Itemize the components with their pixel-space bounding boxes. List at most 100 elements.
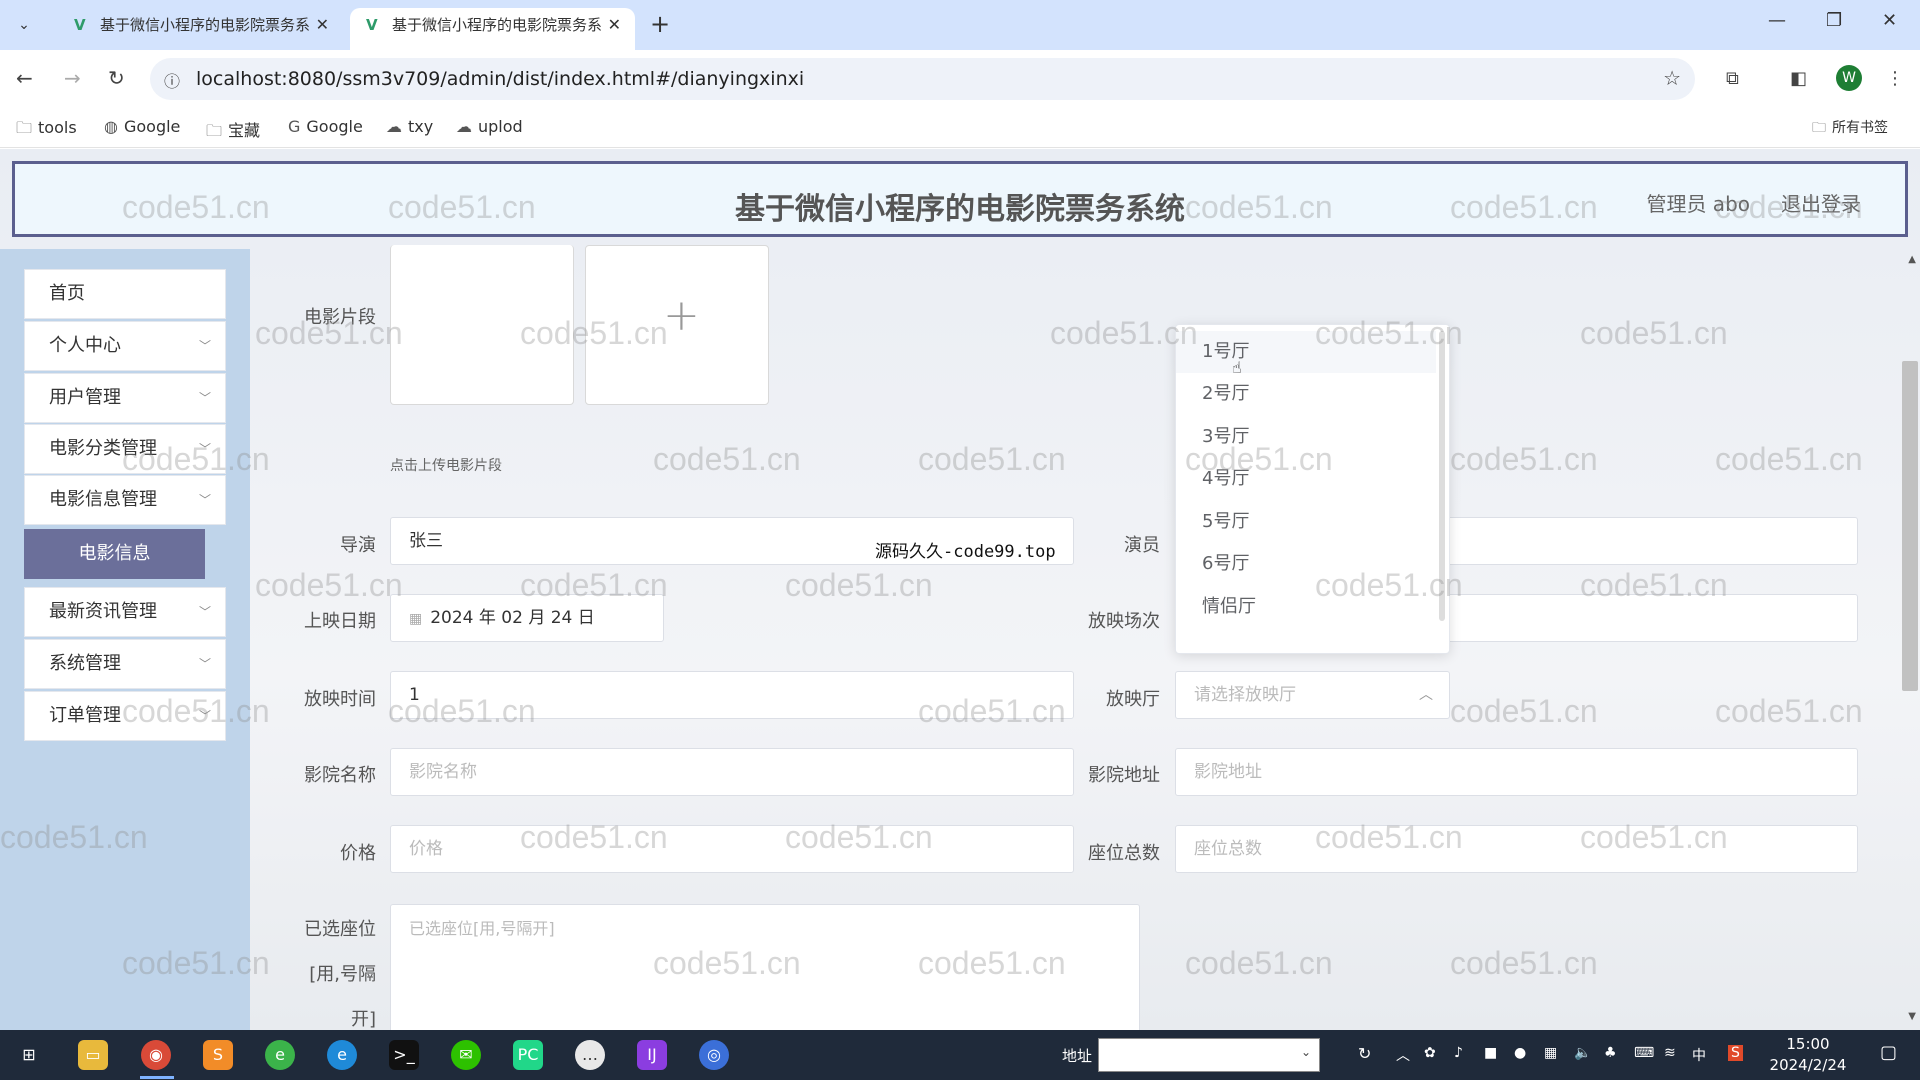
sidepanel-icon[interactable]: ◧ xyxy=(1790,68,1807,89)
qq-icon[interactable]: ♣ xyxy=(1604,1045,1617,1061)
uploaded-clip-preview[interactable] xyxy=(390,245,574,405)
chat-icon[interactable]: … xyxy=(575,1040,605,1070)
cinema-name-input[interactable]: 影院名称 xyxy=(390,748,1074,796)
showtime-label: 放映时间 xyxy=(304,689,376,710)
reload-icon[interactable]: ↻ xyxy=(108,66,125,90)
menu-kebab-icon[interactable]: ⋮ xyxy=(1886,68,1904,89)
bookmark-baozang[interactable]: 🗀 宝藏 xyxy=(206,117,260,147)
hall-option[interactable]: 1号厅 xyxy=(1176,331,1436,373)
sidebar-item-orders[interactable]: 订单管理 ﹀ xyxy=(24,691,226,741)
browser-tab-2-active[interactable]: V 基于微信小程序的电影院票务系统 ✕ xyxy=(350,8,635,50)
sidebar-item-news[interactable]: 最新资讯管理 ﹀ xyxy=(24,587,226,637)
notification-icon[interactable]: ▢ xyxy=(1880,1042,1897,1063)
page-scrollbar[interactable] xyxy=(1902,361,1918,691)
sidebar-item-home[interactable]: 首页 xyxy=(24,269,226,319)
sidebar-item-label: 用户管理 xyxy=(49,387,121,408)
globe-icon: ◍ xyxy=(104,117,118,136)
showtime-input[interactable]: 1 xyxy=(390,671,1074,719)
scroll-up-icon[interactable]: ▲ xyxy=(1908,254,1916,265)
bookmark-uplod[interactable]: ☁ uplod xyxy=(456,117,523,136)
scroll-down-icon[interactable]: ▼ xyxy=(1908,1011,1916,1022)
dropdown-scrollbar[interactable] xyxy=(1439,331,1445,621)
input-method-icon[interactable]: ⌨ xyxy=(1634,1045,1654,1061)
extensions-icon[interactable]: ⧉ xyxy=(1726,68,1739,89)
hall-option[interactable]: 3号厅 xyxy=(1176,416,1436,458)
back-icon[interactable]: ← xyxy=(16,66,33,90)
price-input[interactable]: 价格 xyxy=(390,825,1074,873)
browser-tab-bar: ⌄ V 基于微信小程序的电影院票务系统 ✕ V 基于微信小程序的电影院票务系统 ✕ … xyxy=(0,0,1920,50)
clock-time[interactable]: 15:00 xyxy=(1768,1035,1848,1053)
logout-link[interactable]: 退出登录 xyxy=(1781,188,1861,217)
bookmark-txy[interactable]: ☁ txy xyxy=(386,117,433,136)
watermark: code51.cn xyxy=(1715,441,1863,477)
sidebar-item-system[interactable]: 系统管理 ﹀ xyxy=(24,639,226,689)
tray-app-icon[interactable]: ✿ xyxy=(1424,1045,1436,1061)
address-toolbar-input[interactable]: ⌄ xyxy=(1098,1038,1320,1072)
refresh-icon[interactable]: ↻ xyxy=(1358,1044,1371,1063)
pycharm-icon[interactable]: PC xyxy=(513,1040,543,1070)
hand-cursor-icon: ☝ xyxy=(1232,358,1242,377)
watermark: code51.cn xyxy=(1185,945,1333,981)
release-date-picker[interactable]: ▦ 2024 年 02 月 24 日 xyxy=(390,594,664,642)
intellij-icon[interactable]: IJ xyxy=(637,1040,667,1070)
microphone-icon[interactable]: ♪ xyxy=(1454,1045,1463,1061)
tray-red-app-icon[interactable]: ■ xyxy=(1484,1045,1497,1061)
tab-search-button[interactable]: ⌄ xyxy=(10,12,38,38)
wifi-icon[interactable]: ≋ xyxy=(1664,1045,1676,1061)
hall-option[interactable]: 2号厅 xyxy=(1176,373,1436,415)
sublime-icon[interactable]: S xyxy=(203,1040,233,1070)
watermark: code51.cn xyxy=(1450,693,1598,729)
close-window-icon[interactable]: ✕ xyxy=(1882,10,1897,31)
volume-icon[interactable]: 🔈 xyxy=(1574,1045,1591,1061)
tray-expand-icon[interactable]: ︿ xyxy=(1396,1045,1410,1065)
seat-total-input[interactable]: 座位总数 xyxy=(1175,825,1858,873)
address-bar[interactable]: ⓘ localhost:8080/ssm3v709/admin/dist/ind… xyxy=(150,58,1695,100)
bookmark-google-2[interactable]: G Google xyxy=(288,117,363,136)
sogou-icon[interactable]: S xyxy=(1728,1045,1743,1061)
restore-icon[interactable]: ❐ xyxy=(1826,10,1842,31)
ime-indicator[interactable]: 中 xyxy=(1692,1045,1706,1065)
chrome-icon[interactable]: ◉ xyxy=(141,1040,171,1070)
sidebar-item-user-management[interactable]: 用户管理 ﹀ xyxy=(24,373,226,423)
browser-tab-1[interactable]: V 基于微信小程序的电影院票务系统 ✕ xyxy=(58,8,343,50)
tab-title: 基于微信小程序的电影院票务系统 xyxy=(100,16,310,34)
bookmark-google-1[interactable]: ◍ Google xyxy=(104,117,180,136)
source-overlay-text: 源码久久-code99.top xyxy=(875,542,1056,562)
close-icon[interactable]: ✕ xyxy=(316,8,329,42)
hall-option[interactable]: 6号厅 xyxy=(1176,543,1436,585)
hall-option[interactable]: 5号厅 xyxy=(1176,501,1436,543)
bookmark-label: Google xyxy=(123,117,181,136)
bookmark-star-icon[interactable]: ☆ xyxy=(1663,66,1681,90)
clip-upload-button[interactable]: + xyxy=(585,245,769,405)
all-bookmarks[interactable]: 🗀 所有书签 xyxy=(1812,117,1888,141)
hall-option[interactable]: 4号厅 xyxy=(1176,458,1436,500)
wechat-icon[interactable]: ✉ xyxy=(451,1040,481,1070)
new-tab-button[interactable]: + xyxy=(650,10,670,38)
tray-grid-icon[interactable]: ▦ xyxy=(1544,1045,1557,1061)
network-app-icon[interactable]: ◎ xyxy=(699,1040,729,1070)
sidebar-item-personal-center[interactable]: 个人中心 ﹀ xyxy=(24,321,226,371)
terminal-icon[interactable]: >_ xyxy=(389,1040,419,1070)
app-viewport: 基于微信小程序的电影院票务系统 管理员 abo 退出登录 首页 个人中心 ﹀ 用户… xyxy=(0,149,1920,1030)
hall-select[interactable]: 请选择放映厅 ︿ xyxy=(1175,671,1450,719)
edge-icon[interactable]: e xyxy=(327,1040,357,1070)
clip-upload-tip: 点击上传电影片段 xyxy=(390,458,502,474)
selected-seats-textarea[interactable]: 已选座位[用,号隔开] xyxy=(390,904,1140,1030)
windows-start-icon[interactable]: ⊞ xyxy=(14,1040,44,1070)
sidebar-item-movie-category[interactable]: 电影分类管理 ﹀ xyxy=(24,424,226,474)
tray-blue-app-icon[interactable]: ● xyxy=(1514,1045,1526,1061)
sidebar-subitem-movie-info[interactable]: 电影信息 xyxy=(24,529,205,579)
browser-green-icon[interactable]: e xyxy=(265,1040,295,1070)
file-explorer-icon[interactable]: ▭ xyxy=(78,1040,108,1070)
close-icon[interactable]: ✕ xyxy=(608,8,621,42)
site-info-icon[interactable]: ⓘ xyxy=(164,68,180,92)
page-title: 基于微信小程序的电影院票务系统 xyxy=(735,192,1185,227)
cinema-address-input[interactable]: 影院地址 xyxy=(1175,748,1858,796)
hall-option[interactable]: 情侣厅 xyxy=(1176,586,1436,628)
profile-avatar[interactable]: W xyxy=(1836,65,1862,91)
bookmark-tools[interactable]: 🗀 tools xyxy=(16,117,77,144)
minimize-icon[interactable]: — xyxy=(1768,10,1786,31)
sidebar-item-movie-info[interactable]: 电影信息管理 ﹀ xyxy=(24,475,226,525)
forward-icon[interactable]: → xyxy=(64,66,81,90)
clock-date[interactable]: 2024/2/24 xyxy=(1768,1056,1848,1074)
